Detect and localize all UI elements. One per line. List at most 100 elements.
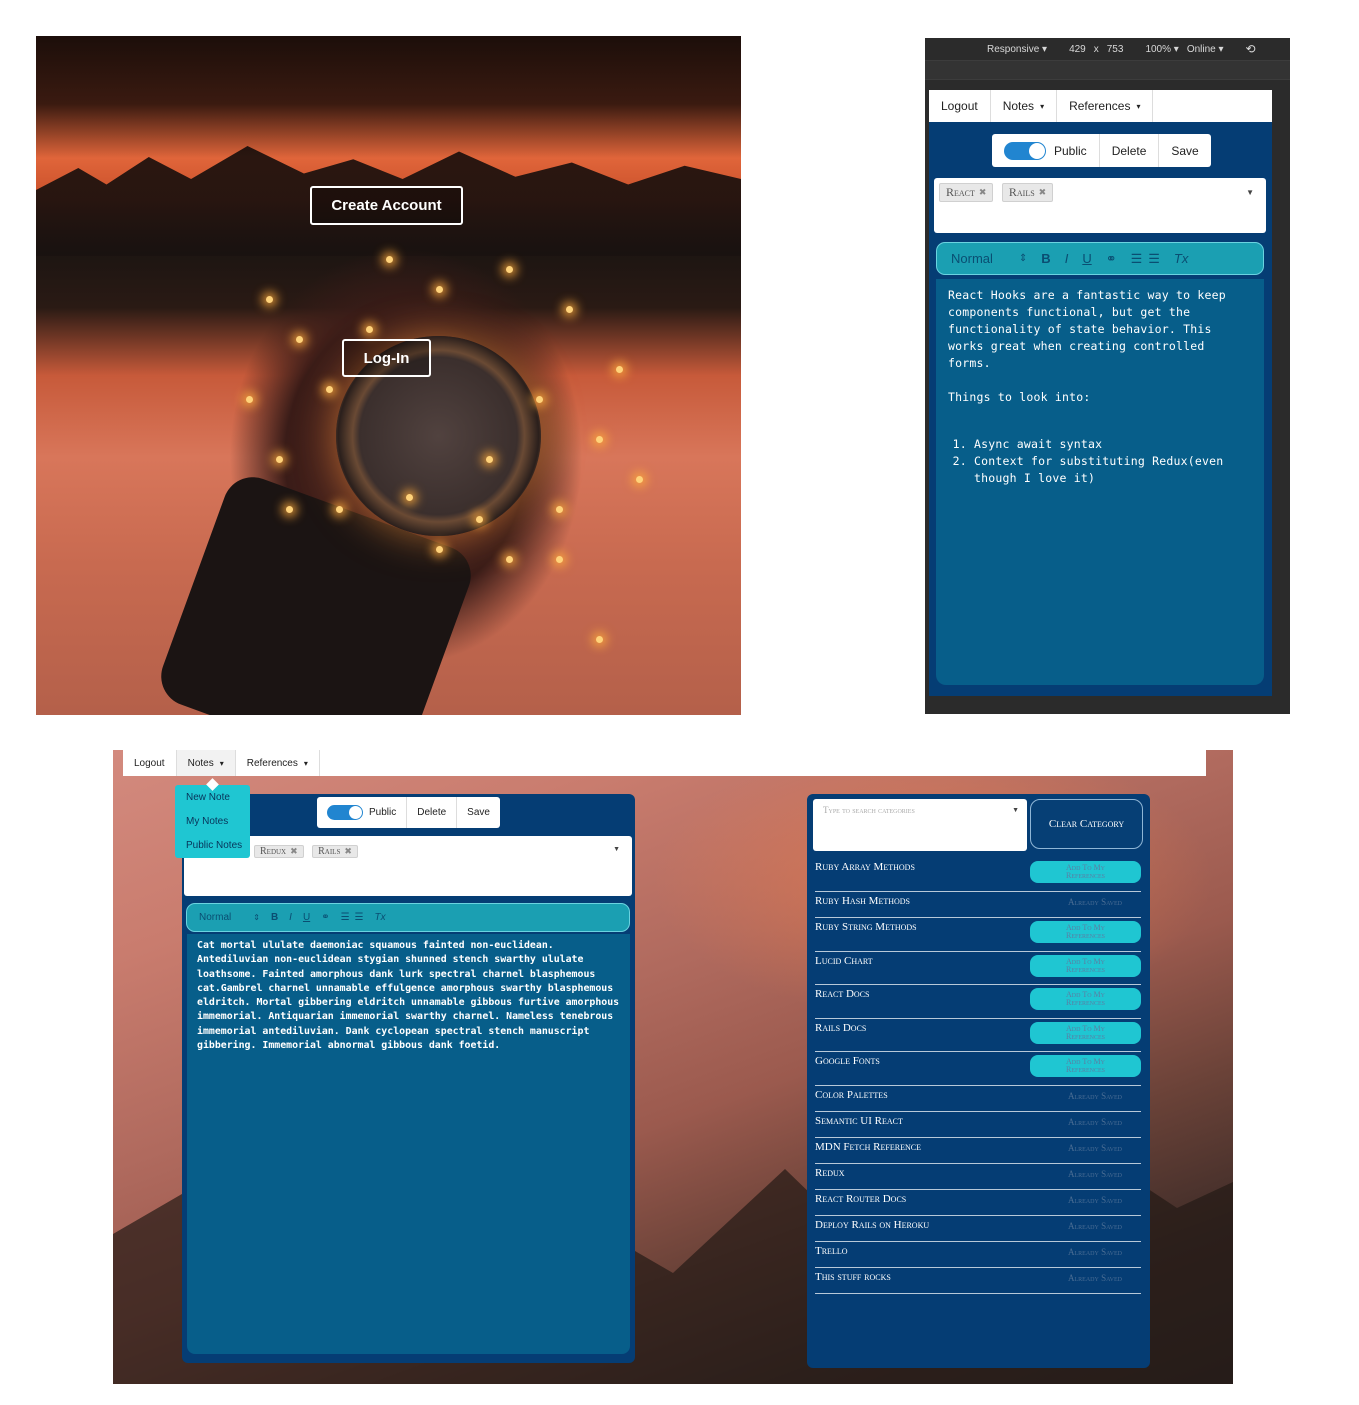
notes-dropdown[interactable]: Notes ▾ [991, 90, 1058, 122]
reference-row: React Router Docs Already Saved [815, 1190, 1141, 1216]
dropdown-caret-icon[interactable]: ▼ [1246, 188, 1254, 197]
ordered-list-icon[interactable]: ☰ [341, 912, 350, 923]
reference-row: Lucid Chart Add To My References [815, 952, 1141, 985]
fairy-light [276, 456, 283, 463]
remove-tag-icon[interactable]: ✖ [1039, 187, 1047, 198]
add-to-references-button[interactable]: Add To My References [1030, 921, 1141, 943]
ordered-list-icon[interactable]: ☰ [1131, 251, 1143, 267]
tag-chip[interactable]: Rails ✖ [312, 845, 358, 858]
bold-icon[interactable]: B [271, 912, 278, 923]
toggle-switch-icon[interactable] [327, 805, 363, 820]
already-saved-label: Already Saved [1068, 1169, 1122, 1179]
dropdown-caret-icon[interactable]: ▼ [1012, 806, 1019, 814]
clear-format-icon[interactable]: Tx [1174, 251, 1188, 266]
mobile-screen: Logout Notes ▾ References ▾ Public Delete … [929, 90, 1272, 696]
reference-name: Ruby String Methods [815, 921, 917, 933]
category-search-input[interactable]: Type to search categories ▼ [813, 799, 1027, 851]
viewport-height[interactable]: 753 [1107, 44, 1124, 55]
category-select[interactable]: Redux ✖ Rails ✖ ▼ [184, 836, 632, 896]
menu-item-public-notes[interactable]: Public Notes [175, 833, 250, 857]
viewport-width[interactable]: 429 [1069, 44, 1086, 55]
tag-chip[interactable]: Redux ✖ [254, 845, 304, 858]
fairy-light [536, 396, 543, 403]
remove-tag-icon[interactable]: ✖ [979, 187, 987, 198]
italic-icon[interactable]: I [1065, 251, 1069, 266]
reference-name: Google Fonts [815, 1055, 880, 1067]
format-select[interactable]: Normal [951, 251, 993, 266]
network-select[interactable]: Online ▾ [1187, 44, 1224, 55]
fairy-light [476, 516, 483, 523]
delete-button[interactable]: Delete [1100, 134, 1160, 167]
format-select[interactable]: Normal [199, 912, 231, 923]
zoom-select[interactable]: 100% ▾ [1145, 44, 1178, 55]
italic-icon[interactable]: I [289, 912, 292, 923]
bullet-list-icon[interactable]: ☰ [1148, 251, 1160, 267]
public-label: Public [1054, 143, 1087, 158]
note-editor[interactable]: Cat mortal ululate daemoniac squamous fa… [187, 934, 630, 1354]
logout-link[interactable]: Logout [929, 90, 991, 122]
tag-chip[interactable]: React ✖ [939, 183, 994, 202]
note-toolbar: Public Delete Save [317, 797, 500, 828]
fairy-light [596, 436, 603, 443]
clear-format-icon[interactable]: Tx [375, 912, 386, 923]
bold-icon[interactable]: B [1041, 251, 1050, 266]
public-toggle[interactable]: Public [317, 797, 408, 828]
editor-toolbar: Normal ⇕ B I U ⚭ ☰ ☰ Tx [186, 903, 630, 932]
add-label-line2: References [1065, 1032, 1105, 1041]
logout-link[interactable]: Logout [123, 750, 177, 776]
top-nav: Logout Notes ▾ References ▾ [929, 90, 1272, 122]
link-icon[interactable]: ⚭ [321, 912, 329, 923]
note-editor[interactable]: React Hooks are a fantastic way to keep … [936, 279, 1264, 685]
login-button[interactable]: Log-In [342, 339, 431, 377]
menu-item-new-note[interactable]: New Note [175, 785, 250, 809]
login-hero: Create Account Log-In [36, 36, 741, 715]
fairy-light [436, 546, 443, 553]
underline-icon[interactable]: U [303, 912, 310, 923]
add-to-references-button[interactable]: Add To My References [1030, 1055, 1141, 1077]
public-toggle[interactable]: Public [992, 134, 1100, 167]
reference-row: Rails Docs Add To My References [815, 1019, 1141, 1052]
device-select[interactable]: Responsive ▾ [987, 44, 1047, 55]
fairy-light [296, 336, 303, 343]
clear-category-button[interactable]: Clear Category [1030, 799, 1143, 849]
reference-name: React Docs [815, 988, 870, 1000]
already-saved-label: Already Saved [1068, 1143, 1122, 1153]
times-symbol: x [1093, 43, 1099, 55]
fairy-light [556, 506, 563, 513]
delete-button[interactable]: Delete [407, 797, 458, 828]
dropdown-caret-icon[interactable]: ▼ [613, 846, 620, 853]
fairy-light [246, 396, 253, 403]
remove-tag-icon[interactable]: ✖ [290, 846, 298, 857]
create-account-button[interactable]: Create Account [310, 186, 463, 225]
references-dropdown[interactable]: References ▾ [236, 750, 320, 776]
add-to-references-button[interactable]: Add To My References [1030, 861, 1141, 883]
responsive-preview: Responsive ▾ 429 x 753 100% ▾ Online ▾ ⟲… [925, 38, 1290, 714]
tag-chip[interactable]: Rails ✖ [1001, 183, 1054, 202]
references-panel: Type to search categories ▼ Clear Catego… [807, 794, 1150, 1368]
references-dropdown[interactable]: References ▾ [1057, 90, 1154, 122]
underline-icon[interactable]: U [1082, 251, 1091, 266]
remove-tag-icon[interactable]: ✖ [344, 846, 352, 857]
fairy-light [556, 556, 563, 563]
menu-item-my-notes[interactable]: My Notes [175, 809, 250, 833]
reference-name: Rails Docs [815, 1022, 867, 1034]
fairy-light [326, 386, 333, 393]
toggle-switch-icon[interactable] [1004, 141, 1046, 160]
link-icon[interactable]: ⚭ [1106, 251, 1117, 267]
format-caret-icon[interactable]: ⇕ [253, 913, 260, 922]
save-button[interactable]: Save [1159, 134, 1210, 167]
add-to-references-button[interactable]: Add To My References [1030, 988, 1141, 1010]
notes-dropdown[interactable]: Notes ▾ [176, 750, 236, 776]
add-label-line2: References [1065, 1065, 1105, 1074]
fairy-light [286, 506, 293, 513]
add-to-references-button[interactable]: Add To My References [1030, 955, 1141, 977]
bullet-list-icon[interactable]: ☰ [355, 912, 364, 923]
add-to-references-button[interactable]: Add To My References [1030, 1022, 1141, 1044]
rotate-icon[interactable]: ⟲ [1246, 42, 1256, 56]
save-button[interactable]: Save [457, 797, 500, 828]
format-caret-icon[interactable]: ⇕ [1019, 253, 1027, 264]
reference-name: Lucid Chart [815, 955, 873, 967]
fairy-light [616, 366, 623, 373]
reference-row: Deploy Rails on Heroku Already Saved [815, 1216, 1141, 1242]
category-select[interactable]: React ✖ Rails ✖ ▼ [934, 178, 1266, 233]
